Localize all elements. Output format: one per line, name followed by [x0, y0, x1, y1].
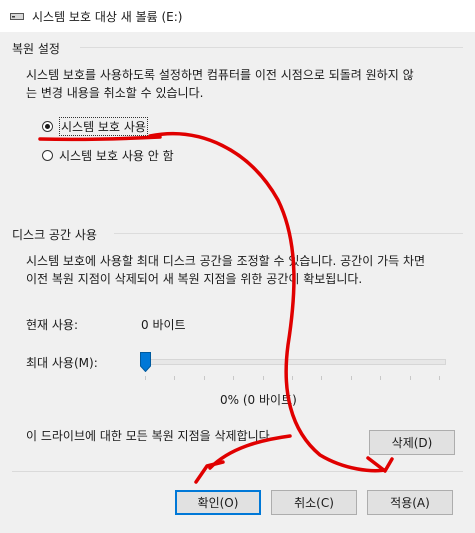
footer-divider: [12, 471, 463, 472]
restore-settings-description: 시스템 보호를 사용하도록 설정하면 컴퓨터를 이전 시점으로 되돌려 원하지 …: [26, 68, 414, 100]
slider-tick: [409, 376, 411, 380]
drive-icon: [10, 13, 24, 20]
disk-usage-description: 시스템 보호에 사용할 최대 디스크 공간을 조정할 수 있습니다. 공간이 가…: [26, 254, 426, 286]
current-usage-value: 0 바이트: [141, 318, 186, 332]
current-usage-label: 현재 사용:: [26, 318, 79, 332]
slider-track[interactable]: [140, 359, 446, 365]
disk-usage-label: 디스크 공간 사용: [12, 228, 97, 242]
restore-settings-divider: [80, 47, 463, 48]
title-bar: 시스템 보호 대상 새 볼륨 (E:): [0, 0, 475, 32]
slider-tick: [145, 376, 146, 380]
radio-enable-label: 시스템 보호 사용: [59, 117, 148, 136]
radio-enable-protection[interactable]: 시스템 보호 사용: [42, 117, 148, 136]
ok-button[interactable]: 확인(O): [175, 490, 261, 515]
radio-disable-circle[interactable]: [42, 150, 53, 161]
slider-tick: [321, 376, 323, 380]
slider-tick: [203, 376, 205, 380]
max-usage-label: 최대 사용(M):: [26, 356, 98, 370]
radio-disable-label: 시스템 보호 사용 안 함: [59, 149, 174, 163]
slider-readout: 0% (0 바이트): [220, 393, 297, 407]
window-title: 시스템 보호 대상 새 볼륨 (E:): [32, 10, 183, 24]
slider-tick: [174, 376, 176, 380]
restore-settings-label: 복원 설정: [12, 42, 60, 56]
disk-usage-divider: [114, 233, 463, 234]
slider-tick: [439, 376, 440, 380]
slider-tick: [350, 376, 352, 380]
radio-selected-dot: [45, 124, 50, 129]
radio-disable-protection[interactable]: 시스템 보호 사용 안 함: [42, 147, 174, 164]
delete-description: 이 드라이브에 대한 모든 복원 지점을 삭제합니다.: [26, 429, 274, 443]
cancel-button[interactable]: 취소(C): [271, 490, 357, 515]
max-usage-slider[interactable]: [140, 352, 446, 386]
apply-button[interactable]: 적용(A): [367, 490, 453, 515]
slider-thumb[interactable]: [140, 352, 151, 372]
delete-button[interactable]: 삭제(D): [369, 430, 455, 455]
slider-tick: [262, 376, 264, 380]
radio-enable-circle[interactable]: [42, 121, 53, 132]
slider-tick: [380, 376, 382, 380]
slider-tick: [292, 376, 293, 380]
slider-tick: [233, 376, 235, 380]
